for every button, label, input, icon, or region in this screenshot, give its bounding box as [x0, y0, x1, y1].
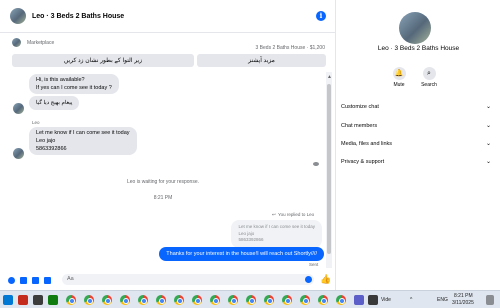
menu-customize-chat[interactable]: Customize chat ⌄ — [341, 104, 491, 110]
sender-label: Leo — [32, 120, 40, 125]
quoted-message[interactable]: Let me know if I can come see it today L… — [231, 220, 322, 248]
search-label: Search — [421, 82, 437, 88]
quoted-line: 5863392866 — [238, 237, 264, 242]
chrome-icon[interactable] — [120, 295, 130, 305]
message-thread[interactable]: ▲ Hi, is this available? If yes can I co… — [0, 72, 336, 268]
replied-label: You replied to Leo — [278, 212, 315, 217]
chevron-down-icon: ⌄ — [485, 123, 491, 129]
menu-label: Customize chat — [341, 104, 379, 110]
menu-chat-members[interactable]: Chat members ⌄ — [341, 123, 491, 129]
video-thumbnail[interactable] — [368, 295, 378, 305]
app-icon[interactable] — [18, 295, 28, 305]
menu-media-files[interactable]: Media, files and links ⌄ — [341, 141, 491, 147]
chrome-icon[interactable] — [138, 295, 148, 305]
chrome-icon[interactable] — [300, 295, 310, 305]
menu-privacy-support[interactable]: Privacy & support ⌄ — [341, 159, 491, 165]
marketplace-avatar — [12, 38, 21, 47]
chrome-icon[interactable] — [264, 295, 274, 305]
scrollbar-thumb[interactable] — [327, 84, 331, 254]
menu-label: Media, files and links — [341, 141, 393, 147]
message-line: Leo jajo — [36, 138, 56, 144]
image-icon[interactable] — [20, 276, 27, 284]
message-bubble[interactable]: Let me know if I can come see it today L… — [29, 127, 137, 155]
clock-time[interactable]: 8:21 PM — [454, 293, 473, 299]
mute-action[interactable]: 🔔 Mute — [384, 67, 414, 88]
timestamp: 8:21 PM — [153, 195, 173, 201]
taskbar-search-text[interactable]: Vide — [381, 297, 391, 303]
chevron-down-icon: ⌄ — [485, 104, 491, 110]
app-icon[interactable] — [48, 295, 58, 305]
seen-icon — [313, 162, 319, 166]
chat-header: Leo · 3 Beds 2 Baths House i — [0, 0, 336, 33]
search-icon[interactable]: ⌕ — [422, 67, 436, 80]
menu-label: Chat members — [341, 123, 378, 129]
start-icon[interactable] — [3, 295, 13, 305]
notification-icon[interactable] — [486, 295, 494, 305]
chat-panel: Leo · 3 Beds 2 Baths House i Marketplace… — [0, 0, 336, 290]
chrome-icon[interactable] — [246, 295, 256, 305]
search-action[interactable]: ⌕ Search — [414, 67, 444, 88]
tray-chevron-icon[interactable]: ^ — [410, 297, 412, 303]
profile-name: Leo · 3 Beds 2 Baths House — [377, 45, 460, 52]
reply-icon: ↩ — [272, 212, 276, 217]
message-line: If yes can I come see it today ? — [36, 85, 112, 91]
profile-avatar[interactable] — [399, 12, 431, 44]
message-input[interactable]: Aa — [62, 274, 314, 285]
chrome-icon[interactable] — [84, 295, 94, 305]
outgoing-message[interactable]: Thanks for your interest in the house!I … — [159, 247, 324, 261]
app-icon[interactable] — [354, 295, 364, 305]
marketplace-label: Marketplace — [27, 39, 55, 46]
scroll-up-icon[interactable]: ▲ — [327, 74, 332, 80]
bell-icon[interactable]: 🔔 — [392, 67, 406, 80]
avatar — [13, 148, 24, 159]
chrome-icon[interactable] — [66, 295, 76, 305]
chrome-icon[interactable] — [318, 295, 328, 305]
chrome-icon[interactable] — [282, 295, 292, 305]
chat-title[interactable]: Leo · 3 Beds 2 Baths House — [32, 13, 124, 20]
app-icon[interactable] — [33, 295, 43, 305]
plus-icon[interactable] — [8, 276, 15, 284]
messenger-app: Leo · 3 Beds 2 Baths House i Marketplace… — [0, 0, 500, 290]
chrome-icon[interactable] — [174, 295, 184, 305]
message-line: Let me know if I can come see it today — [36, 130, 130, 136]
menu-label: Privacy & support — [341, 159, 385, 165]
avatar[interactable] — [10, 8, 26, 24]
clock-date[interactable]: 3/11/2025 — [452, 300, 474, 306]
taskbar: Vide ^ ENG 8:21 PM 3/11/2025 — [0, 290, 500, 308]
details-sidebar: Leo · 3 Beds 2 Baths House 🔔 Mute ⌕ Sear… — [337, 0, 500, 290]
message-line: Hi, is this available? — [36, 77, 85, 83]
gif-icon[interactable] — [44, 276, 51, 284]
quoted-line: Let me know if I can come see it today — [238, 224, 315, 229]
message-bubble[interactable]: پیغام بھیج دیا گیا — [29, 96, 80, 110]
avatar — [13, 103, 24, 114]
mark-pending-button[interactable]: زیر التوا کے بطور نشان زد کریں — [12, 54, 194, 67]
message-bubble[interactable]: Hi, is this available? If yes can I come… — [29, 74, 119, 94]
emoji-icon[interactable] — [305, 276, 312, 283]
sticker-icon[interactable] — [32, 276, 39, 284]
chrome-icon[interactable] — [192, 295, 202, 305]
chevron-down-icon: ⌄ — [485, 159, 491, 165]
marketplace-row: Marketplace — [12, 38, 54, 47]
more-options-button[interactable]: مزید آپشنز — [197, 54, 326, 67]
sent-status: Sent — [309, 262, 319, 267]
chrome-icon[interactable] — [102, 295, 112, 305]
mute-label: Mute — [393, 82, 405, 88]
chevron-down-icon: ⌄ — [485, 141, 491, 147]
chrome-icon[interactable] — [228, 295, 238, 305]
info-icon[interactable]: i — [316, 11, 326, 21]
chrome-icon[interactable] — [156, 295, 166, 305]
chrome-icon[interactable] — [336, 295, 346, 305]
thumbs-up-icon[interactable]: 👍 — [320, 274, 331, 285]
listing-title[interactable]: 3 Beds 2 Baths House · $1,200 — [256, 45, 326, 51]
chrome-icon[interactable] — [210, 295, 220, 305]
waiting-notice: Leo is waiting for your response. — [127, 179, 199, 185]
language-indicator[interactable]: ENG — [437, 297, 448, 303]
message-line: 5863392866 — [36, 146, 67, 152]
